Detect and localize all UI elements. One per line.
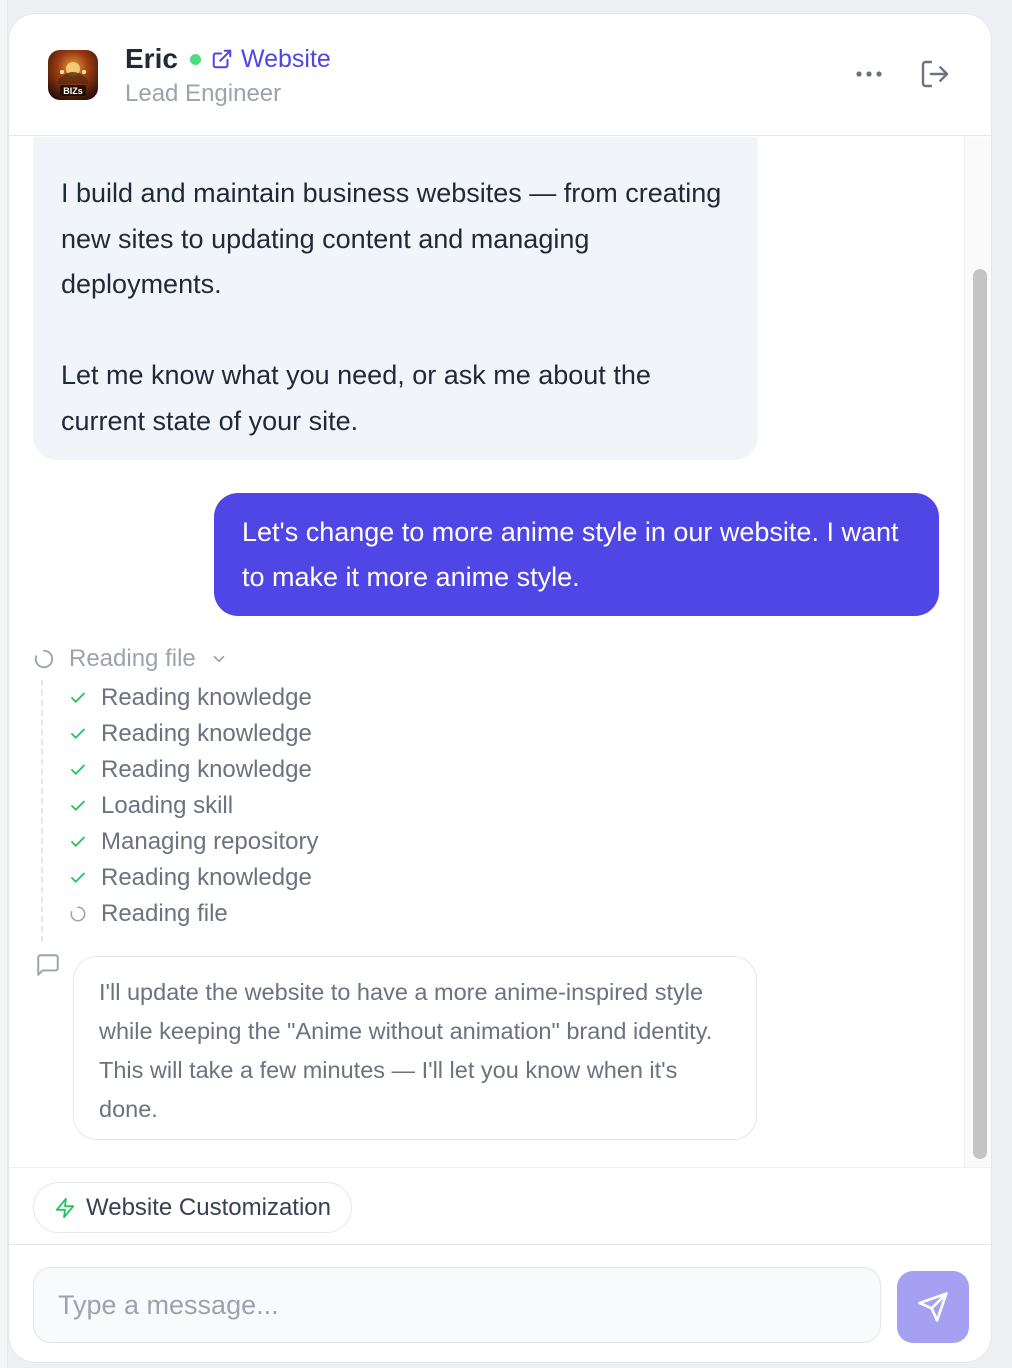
activity-step-label: Reading file xyxy=(101,900,228,927)
activity-step: Reading knowledge xyxy=(69,860,312,896)
message-scrollbar[interactable] xyxy=(964,137,990,1167)
avatar: BIZs xyxy=(48,50,98,100)
agent-message-paragraph: I build and maintain business websites —… xyxy=(61,178,722,299)
send-icon xyxy=(918,1292,948,1322)
spinner-icon xyxy=(70,906,86,922)
check-icon xyxy=(71,692,85,703)
chat-panel: BIZs Eric Website Lead Engineer I build … xyxy=(8,13,992,1363)
activity-step: Loading skill xyxy=(69,788,233,824)
activity-header-label: Reading file xyxy=(69,645,196,672)
activity-step-label: Reading knowledge xyxy=(101,684,312,711)
loading-circle-icon xyxy=(34,649,54,669)
check-icon xyxy=(71,836,85,847)
bizs-logo: BIZs xyxy=(48,50,98,100)
skill-chip-row: Website Customization xyxy=(9,1167,991,1245)
agent-role: Lead Engineer xyxy=(125,80,282,107)
agent-message-paragraph: Let me know what you need, or ask me abo… xyxy=(61,360,651,436)
check-icon xyxy=(71,764,85,775)
message-list[interactable]: I build and maintain business websites —… xyxy=(9,137,967,1167)
external-link-icon xyxy=(212,49,232,69)
activity-step-label: Managing repository xyxy=(101,828,319,855)
check-icon xyxy=(71,872,85,883)
activity-toggle[interactable]: Reading file xyxy=(33,643,228,675)
activity-step: Managing repository xyxy=(69,824,318,860)
website-link-label: Website xyxy=(240,44,331,73)
user-message-bubble: Let's change to more anime style in our … xyxy=(214,493,939,616)
agent-name-row: Eric Website xyxy=(125,42,331,76)
agent-message-bubble: I build and maintain business websites —… xyxy=(33,137,758,460)
skill-chip-website-customization[interactable]: Website Customization xyxy=(33,1182,352,1233)
activity-step-label: Reading knowledge xyxy=(101,864,312,891)
agent-note-bubble: I'll update the website to have a more a… xyxy=(73,956,757,1140)
more-horizontal-icon xyxy=(856,71,882,77)
background-sidebar-edge xyxy=(0,0,8,1368)
online-status-dot xyxy=(189,53,201,65)
activity-steps: Reading knowledge Reading knowledge Read… xyxy=(41,680,441,942)
activity-step-label: Loading skill xyxy=(101,792,234,819)
activity-step: Reading knowledge xyxy=(69,680,312,716)
message-square-icon xyxy=(37,954,59,976)
activity-step: Reading knowledge xyxy=(69,752,312,788)
activity-step: Reading file xyxy=(69,896,228,932)
more-options-button[interactable] xyxy=(849,56,889,92)
svg-text:BIZs: BIZs xyxy=(63,86,83,96)
lightning-icon xyxy=(55,1197,75,1218)
chevron-down-icon xyxy=(213,655,225,663)
skill-chip-label: Website Customization xyxy=(86,1193,331,1221)
logout-button[interactable] xyxy=(915,54,955,94)
activity-step-label: Reading knowledge xyxy=(101,720,312,747)
message-input[interactable] xyxy=(33,1267,881,1343)
check-icon xyxy=(71,800,85,811)
send-button[interactable] xyxy=(897,1271,969,1343)
chat-header: BIZs Eric Website Lead Engineer xyxy=(9,14,991,136)
activity-step: Reading knowledge xyxy=(69,716,312,752)
check-icon xyxy=(71,728,85,739)
message-composer xyxy=(9,1246,991,1362)
activity-step-label: Reading knowledge xyxy=(101,756,312,783)
logout-icon xyxy=(921,60,949,88)
website-link[interactable]: Website xyxy=(211,45,331,74)
agent-name: Eric xyxy=(125,43,178,74)
scrollbar-thumb[interactable] xyxy=(973,269,987,1159)
